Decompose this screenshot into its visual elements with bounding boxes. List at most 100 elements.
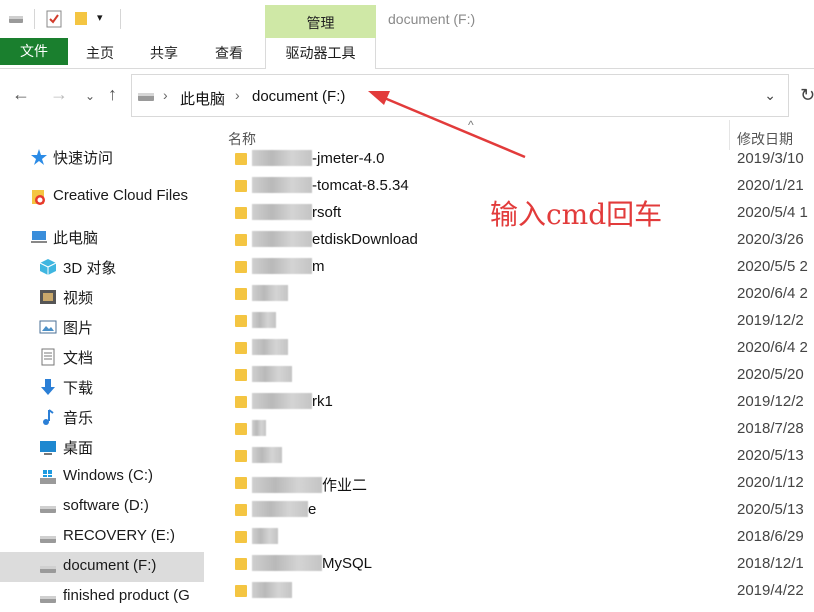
redacted-name-blur <box>252 501 308 517</box>
drive-icon <box>40 566 56 573</box>
file-name <box>252 366 292 383</box>
sidebar-item-label: 文档 <box>63 350 94 367</box>
file-name-text: e <box>308 501 317 518</box>
sidebar-item-label: 快速访问 <box>53 150 114 167</box>
video-icon <box>40 290 56 304</box>
file-row[interactable]: 2018/7/28 <box>210 416 814 443</box>
redacted-name-blur <box>252 366 292 382</box>
recent-locations-icon[interactable]: ⌄ <box>85 87 95 105</box>
file-date-modified: 2018/6/29 <box>737 528 804 545</box>
quick-access-divider <box>120 9 121 29</box>
sidebar-item-label: 下载 <box>63 380 94 397</box>
file-name-text: -tomcat-8.5.34 <box>312 177 409 194</box>
tab-drive-tools[interactable]: 驱动器工具 <box>265 38 376 69</box>
file-name <box>252 420 266 437</box>
sidebar-item-desktop[interactable]: 桌面 <box>0 432 204 462</box>
sidebar-item-label: 图片 <box>63 320 94 337</box>
quick-access-divider <box>34 9 35 29</box>
sidebar-item-windows-c[interactable]: Windows (C:) <box>0 462 204 492</box>
breadcrumb-separator-icon[interactable]: › <box>235 87 240 103</box>
sidebar-item-quick-access[interactable]: 快速访问 <box>0 142 204 172</box>
sidebar-item-label: 此电脑 <box>53 230 99 247</box>
folder-icon <box>235 261 247 273</box>
tab-manage[interactable]: 管理 <box>265 5 376 38</box>
forward-arrow-icon[interactable]: → <box>50 85 68 103</box>
file-row[interactable]: 2018/6/29 <box>210 524 814 551</box>
file-row[interactable]: MySQL 2018/12/1 <box>210 551 814 578</box>
breadcrumb-this-pc[interactable]: 此电脑 <box>180 88 225 109</box>
file-date-modified: 2020/6/4 2 <box>737 285 808 302</box>
customize-quick-access-icon[interactable]: ▾ <box>97 11 103 24</box>
file-name: -tomcat-8.5.34 <box>252 177 409 194</box>
file-row[interactable]: 2020/6/4 2 <box>210 281 814 308</box>
file-date-modified: 2020/3/26 <box>737 231 804 248</box>
file-row[interactable]: e 2020/5/13 <box>210 497 814 524</box>
file-date-modified: 2019/12/2 <box>737 312 804 329</box>
sidebar-item-label: 桌面 <box>63 440 94 457</box>
documents-icon <box>41 348 55 366</box>
sidebar-item-this-pc[interactable]: 此电脑 <box>0 222 204 252</box>
new-folder-icon[interactable] <box>74 10 88 26</box>
address-dropdown-icon[interactable]: ⌄ <box>764 87 776 104</box>
tab-manage-label: 管理 <box>306 15 335 31</box>
file-name-text: etdiskDownload <box>312 231 418 248</box>
folder-icon <box>235 369 247 381</box>
sidebar-item-documents[interactable]: 文档 <box>0 342 204 372</box>
up-arrow-icon[interactable]: ↑ <box>108 85 117 103</box>
file-name: e <box>252 501 316 518</box>
file-date-modified: 2020/1/12 <box>737 474 804 491</box>
sidebar-item-creative-cloud[interactable]: Creative Cloud Files <box>0 182 204 212</box>
sidebar-item-videos[interactable]: 视频 <box>0 282 204 312</box>
file-date-modified: 2019/12/2 <box>737 393 804 410</box>
annotation-arrow <box>368 91 526 159</box>
file-date-modified: 2019/3/10 <box>737 150 804 167</box>
file-name <box>252 339 288 356</box>
drive-icon[interactable] <box>8 13 24 25</box>
sidebar-item-finished-product-g[interactable]: finished product (G <box>0 582 204 612</box>
file-name: rsoft <box>252 204 341 221</box>
refresh-icon[interactable]: ↻ <box>800 85 814 106</box>
sidebar-item-label: 视频 <box>63 290 94 307</box>
sidebar-item-label: Creative Cloud Files <box>53 187 189 204</box>
redacted-name-blur <box>252 231 312 247</box>
file-row[interactable]: m 2020/5/5 2 <box>210 254 814 281</box>
redacted-name-blur <box>252 150 312 166</box>
properties-icon[interactable] <box>46 10 62 28</box>
sidebar-item-3d-objects[interactable]: 3D 对象 <box>0 252 204 282</box>
file-name-text: MySQL <box>322 555 373 572</box>
breadcrumb-current[interactable]: document (F:) <box>252 88 345 105</box>
file-row[interactable]: 2020/6/4 2 <box>210 335 814 362</box>
sidebar-item-software-d[interactable]: software (D:) <box>0 492 204 522</box>
tab-file[interactable]: 文件 <box>0 38 68 65</box>
redacted-name-blur <box>252 447 282 463</box>
file-row[interactable]: rk1 2019/12/2 <box>210 389 814 416</box>
tab-share[interactable]: 共享 <box>150 38 178 68</box>
tab-home[interactable]: 主页 <box>86 38 114 68</box>
redacted-name-blur <box>252 477 322 493</box>
file-row[interactable]: 2020/5/13 <box>210 443 814 470</box>
sidebar-item-downloads[interactable]: 下载 <box>0 372 204 402</box>
sidebar-item-document-f[interactable]: document (F:) <box>0 552 204 582</box>
folder-icon <box>235 423 247 435</box>
file-row[interactable]: 2019/4/22 <box>210 578 814 605</box>
redacted-name-blur <box>252 555 322 571</box>
back-arrow-icon[interactable]: ← <box>12 85 30 103</box>
file-row[interactable]: 2020/5/20 <box>210 362 814 389</box>
file-name-text: rk1 <box>312 393 333 410</box>
folder-icon <box>235 558 247 570</box>
redacted-name-blur <box>252 420 266 436</box>
redacted-name-blur <box>252 258 312 274</box>
sidebar-item-recovery-e[interactable]: RECOVERY (E:) <box>0 522 204 552</box>
file-name <box>252 528 278 545</box>
sidebar-item-label: RECOVERY (E:) <box>63 527 175 544</box>
pictures-icon <box>39 320 57 334</box>
file-row[interactable]: 2019/12/2 <box>210 308 814 335</box>
drive-icon <box>138 93 154 101</box>
breadcrumb-separator-icon[interactable]: › <box>163 87 168 103</box>
sidebar-item-music[interactable]: 音乐 <box>0 402 204 432</box>
sidebar-item-pictures[interactable]: 图片 <box>0 312 204 342</box>
title-bar: ▾ 管理 document (F:) <box>0 0 814 38</box>
folder-icon <box>235 477 247 489</box>
file-row[interactable]: 作业二 2020/1/12 <box>210 470 814 497</box>
tab-view[interactable]: 查看 <box>215 38 243 68</box>
